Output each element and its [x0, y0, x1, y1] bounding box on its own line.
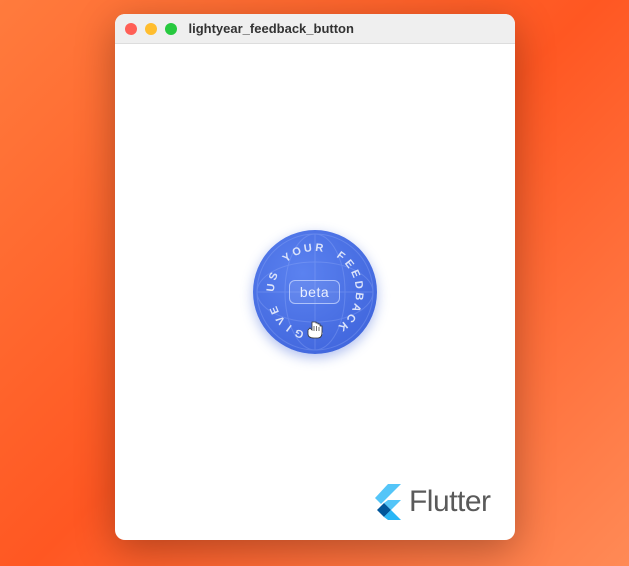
flutter-text: Flutter [409, 485, 491, 519]
pointer-cursor-icon [306, 320, 324, 340]
close-icon[interactable] [125, 23, 137, 35]
app-window: lightyear_feedback_button GIVE US YOUR F… [115, 14, 515, 540]
traffic-lights [125, 23, 177, 35]
feedback-button[interactable]: GIVE US YOUR FEEDBACK . beta [253, 230, 377, 354]
beta-badge: beta [289, 280, 340, 304]
window-title: lightyear_feedback_button [189, 21, 354, 36]
titlebar: lightyear_feedback_button [115, 14, 515, 44]
content-area: GIVE US YOUR FEEDBACK . beta Flutter [115, 44, 515, 540]
flutter-logo: Flutter [371, 484, 491, 520]
minimize-icon[interactable] [145, 23, 157, 35]
maximize-icon[interactable] [165, 23, 177, 35]
flutter-icon [371, 484, 401, 520]
